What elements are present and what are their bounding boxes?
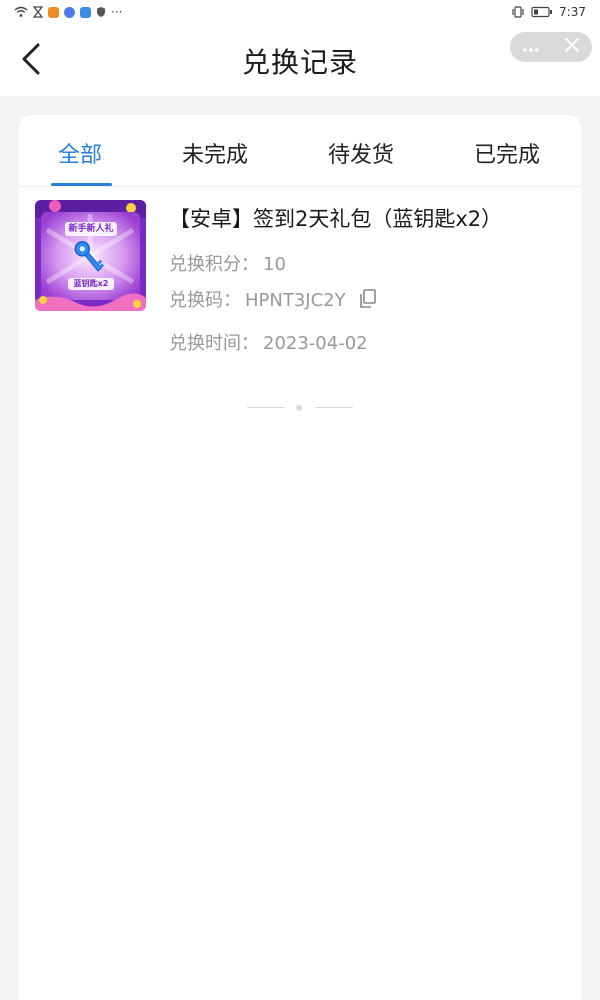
copy-icon[interactable] [359, 288, 377, 314]
points-value: 10 [263, 254, 286, 275]
time-label: 兑换时间： [169, 333, 259, 354]
divider-line-left [247, 407, 285, 408]
status-time: 7:37 [559, 5, 586, 19]
record-title: 【安卓】签到2天礼包（蓝钥匙x2） [169, 207, 503, 231]
time-value: 2023-04-02 [263, 333, 368, 354]
capsule-close-button[interactable] [551, 32, 592, 62]
points-row: 兑换积分： 10 [169, 250, 286, 276]
time-row: 兑换时间： 2023-04-02 [169, 329, 368, 355]
blue-key-icon [75, 240, 105, 276]
status-bar: ··· 7:37 [0, 0, 600, 24]
gift-thumbnail: 新手新人礼 蓝钥匙x2 [35, 200, 146, 311]
code-label: 兑换码： [169, 290, 241, 311]
active-tab-indicator [51, 183, 112, 186]
header: 兑换记录 [0, 24, 600, 96]
more-dots-icon [522, 38, 540, 57]
app-cloud-icon [80, 6, 91, 18]
mini-program-capsule [510, 32, 592, 62]
app-orange-icon [48, 6, 59, 18]
close-icon [564, 37, 580, 57]
code-row: 兑换码： HPNT3JC2Y [169, 286, 377, 314]
tab-bar: 全部 未完成 待发货 已完成 [19, 115, 581, 187]
thumbnail-banner-text: 新手新人礼 [68, 224, 114, 234]
status-left-icons: ··· [14, 5, 122, 19]
app-blue-icon [64, 6, 75, 18]
divider-dot [296, 405, 302, 411]
points-label: 兑换积分： [169, 254, 259, 275]
tab-completed[interactable]: 已完成 [474, 137, 540, 169]
thumbnail-bottom-text: 蓝钥匙x2 [73, 279, 109, 288]
shield-icon [96, 6, 106, 18]
tab-pending-shipment[interactable]: 待发货 [328, 137, 394, 169]
capsule-more-button[interactable] [510, 32, 551, 62]
more-dots-icon: ··· [111, 5, 123, 19]
vibrate-icon [511, 6, 525, 18]
record-card: 全部 未完成 待发货 已完成 新手新人礼 蓝钥匙x2 【安卓】签到2天礼包（蓝钥… [19, 115, 581, 1000]
list-end-divider [247, 403, 353, 413]
tab-all[interactable]: 全部 [58, 137, 102, 169]
code-value: HPNT3JC2Y [245, 290, 346, 311]
divider-line-right [315, 407, 353, 408]
tab-incomplete[interactable]: 未完成 [182, 137, 248, 169]
record-item[interactable]: 新手新人礼 蓝钥匙x2 【安卓】签到2天礼包（蓝钥匙x2） 兑换积分： 10 兑换… [19, 187, 581, 367]
wifi-icon [14, 6, 28, 18]
hourglass-icon [33, 6, 43, 18]
status-right-icons: 7:37 [511, 5, 586, 19]
battery-icon [531, 6, 553, 18]
